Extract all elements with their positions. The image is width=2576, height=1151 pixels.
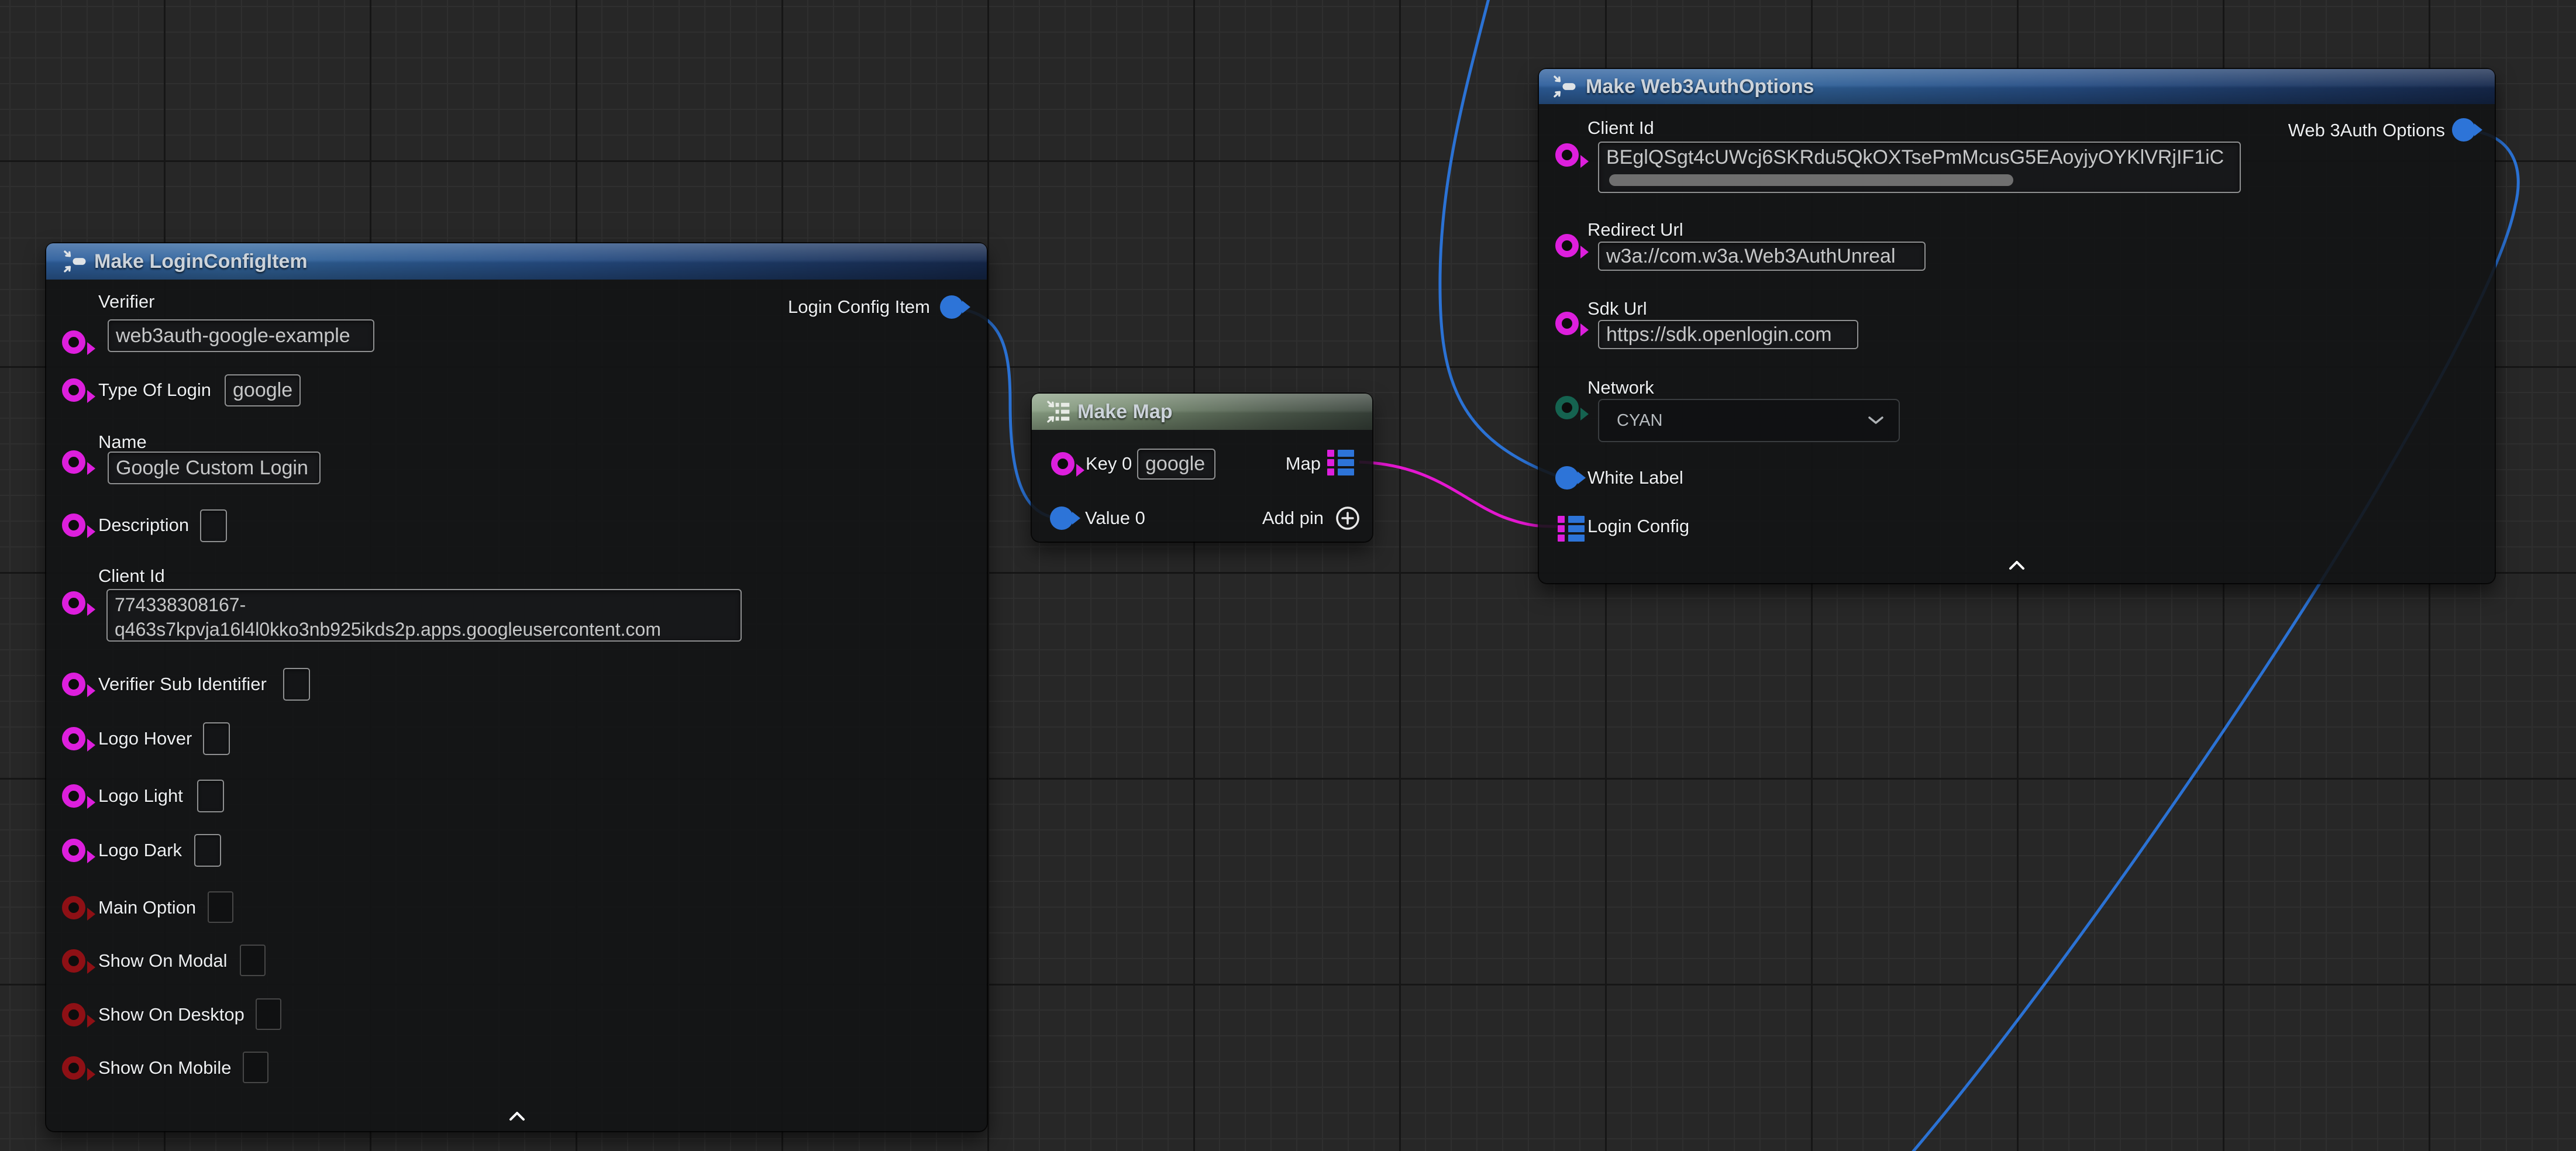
node-header[interactable]: Make Web3AuthOptions	[1539, 69, 2495, 104]
add-pin-label: Add pin	[1262, 508, 1324, 529]
input-pin-type-of-login[interactable]	[62, 378, 85, 402]
node-make-web3authoptions[interactable]: Make Web3AuthOptions Web 3Auth Options C…	[1539, 69, 2495, 583]
output-pin-label: Login Config Item	[788, 297, 930, 318]
blueprint-graph-canvas[interactable]: { "colors": { "canvas_bg": "#272727", "p…	[0, 0, 2576, 1151]
add-pin-icon[interactable]	[1335, 505, 1361, 531]
type-of-login-field[interactable]: google	[225, 374, 301, 406]
description-field[interactable]	[200, 509, 227, 542]
pin-label: Type Of Login	[98, 380, 211, 401]
input-pin-verifier[interactable]	[62, 330, 85, 354]
output-pin-label: Map	[1286, 453, 1321, 474]
pin-label: Name	[98, 432, 147, 453]
key-0-field[interactable]: google	[1137, 449, 1215, 480]
pin-label: Show On Desktop	[98, 1004, 244, 1025]
node-make-map[interactable]: Make Map Key 0 google Map Value 0 Add pi…	[1032, 394, 1372, 542]
main-option-checkbox[interactable]	[208, 891, 233, 923]
node-title: Make Web3AuthOptions	[1586, 75, 1814, 98]
input-pin-key-0[interactable]	[1051, 452, 1075, 475]
node-make-loginconfigitem[interactable]: Make LoginConfigItem Login Config Item V…	[46, 243, 987, 1131]
pin-label: Network	[1587, 377, 1654, 398]
pin-label: Key 0	[1086, 453, 1132, 474]
input-pin-client-id[interactable]	[1555, 143, 1579, 167]
input-pin-redirect-url[interactable]	[1555, 234, 1579, 257]
pin-label: Main Option	[98, 897, 196, 918]
logo-light-field[interactable]	[197, 780, 224, 812]
input-pin-description[interactable]	[62, 514, 85, 537]
input-pin-white-label[interactable]	[1555, 466, 1579, 490]
pin-label: Logo Hover	[98, 728, 192, 749]
pin-label: Verifier	[98, 291, 154, 312]
collapse-chevron-icon[interactable]	[2009, 560, 2025, 570]
make-struct-icon	[1551, 74, 1577, 99]
make-struct-icon	[61, 249, 87, 274]
pin-label: Sdk Url	[1587, 298, 1647, 319]
input-pin-network[interactable]	[1555, 396, 1579, 419]
output-pin-web3auth-options[interactable]	[2452, 118, 2475, 142]
output-pin-login-config-item[interactable]	[940, 295, 963, 319]
input-pin-sdk-url[interactable]	[1555, 312, 1579, 335]
input-pin-logo-hover[interactable]	[62, 727, 85, 750]
output-pin-map[interactable]	[1327, 450, 1354, 475]
input-pin-show-on-desktop[interactable]	[62, 1003, 85, 1026]
pin-label: Logo Light	[98, 785, 183, 807]
chevron-down-icon	[1868, 416, 1883, 425]
show-on-modal-checkbox[interactable]	[240, 945, 266, 976]
logo-dark-field[interactable]	[194, 834, 221, 867]
network-selected-value: CYAN	[1617, 411, 1662, 430]
input-pin-client-id[interactable]	[62, 591, 85, 615]
pin-label: Login Config	[1587, 516, 1689, 537]
verifier-field[interactable]: web3auth-google-example	[108, 319, 374, 352]
name-field[interactable]: Google Custom Login	[108, 452, 321, 484]
node-header[interactable]: Make Map	[1032, 394, 1372, 430]
logo-hover-field[interactable]	[203, 722, 230, 755]
input-pin-name[interactable]	[62, 450, 85, 474]
pin-label: Redirect Url	[1587, 219, 1683, 240]
node-header[interactable]: Make LoginConfigItem	[46, 243, 987, 280]
pin-label: Client Id	[98, 566, 165, 587]
show-on-desktop-checkbox[interactable]	[256, 998, 281, 1030]
show-on-mobile-checkbox[interactable]	[243, 1052, 268, 1083]
verifier-sub-identifier-field[interactable]	[283, 668, 310, 701]
wire-map-to-loginconfig[interactable]	[1359, 462, 1557, 526]
client-id-value: BEglQSgt4cUWcj6SKRdu5QkOXTsePmMcusG5EAoy…	[1606, 146, 2224, 169]
input-pin-verifier-sub-identifier[interactable]	[62, 673, 85, 696]
pin-label: Description	[98, 515, 189, 536]
sdk-url-field[interactable]: https://sdk.openlogin.com	[1598, 320, 1858, 349]
input-pin-login-config[interactable]	[1558, 516, 1585, 542]
pin-label: Show On Modal	[98, 950, 228, 971]
output-pin-label: Web 3Auth Options	[2288, 120, 2445, 141]
network-dropdown[interactable]: CYAN	[1598, 399, 1900, 442]
pin-label: Verifier Sub Identifier	[98, 674, 267, 695]
input-pin-show-on-modal[interactable]	[62, 949, 85, 973]
input-pin-show-on-mobile[interactable]	[62, 1056, 85, 1080]
client-id-field[interactable]: BEglQSgt4cUWcj6SKRdu5QkOXTsePmMcusG5EAoy…	[1598, 142, 2241, 193]
input-pin-logo-dark[interactable]	[62, 839, 85, 862]
input-pin-value-0[interactable]	[1050, 506, 1073, 530]
collapse-chevron-icon[interactable]	[509, 1111, 525, 1121]
client-id-scrollbar[interactable]	[1609, 174, 2013, 186]
client-id-field[interactable]: 774338308167-q463s7kpvja16l4l0kko3nb925i…	[106, 589, 742, 642]
pin-label: White Label	[1587, 467, 1683, 488]
node-title: Make LoginConfigItem	[94, 250, 308, 273]
redirect-url-field[interactable]: w3a://com.w3a.Web3AuthUnreal	[1598, 242, 1926, 271]
make-map-icon	[1045, 399, 1070, 425]
pin-label: Client Id	[1587, 118, 1654, 139]
node-title: Make Map	[1077, 401, 1173, 423]
pin-label: Value 0	[1085, 508, 1145, 529]
pin-label: Show On Mobile	[98, 1057, 231, 1078]
input-pin-logo-light[interactable]	[62, 784, 85, 808]
input-pin-main-option[interactable]	[62, 896, 85, 919]
pin-label: Logo Dark	[98, 840, 182, 861]
